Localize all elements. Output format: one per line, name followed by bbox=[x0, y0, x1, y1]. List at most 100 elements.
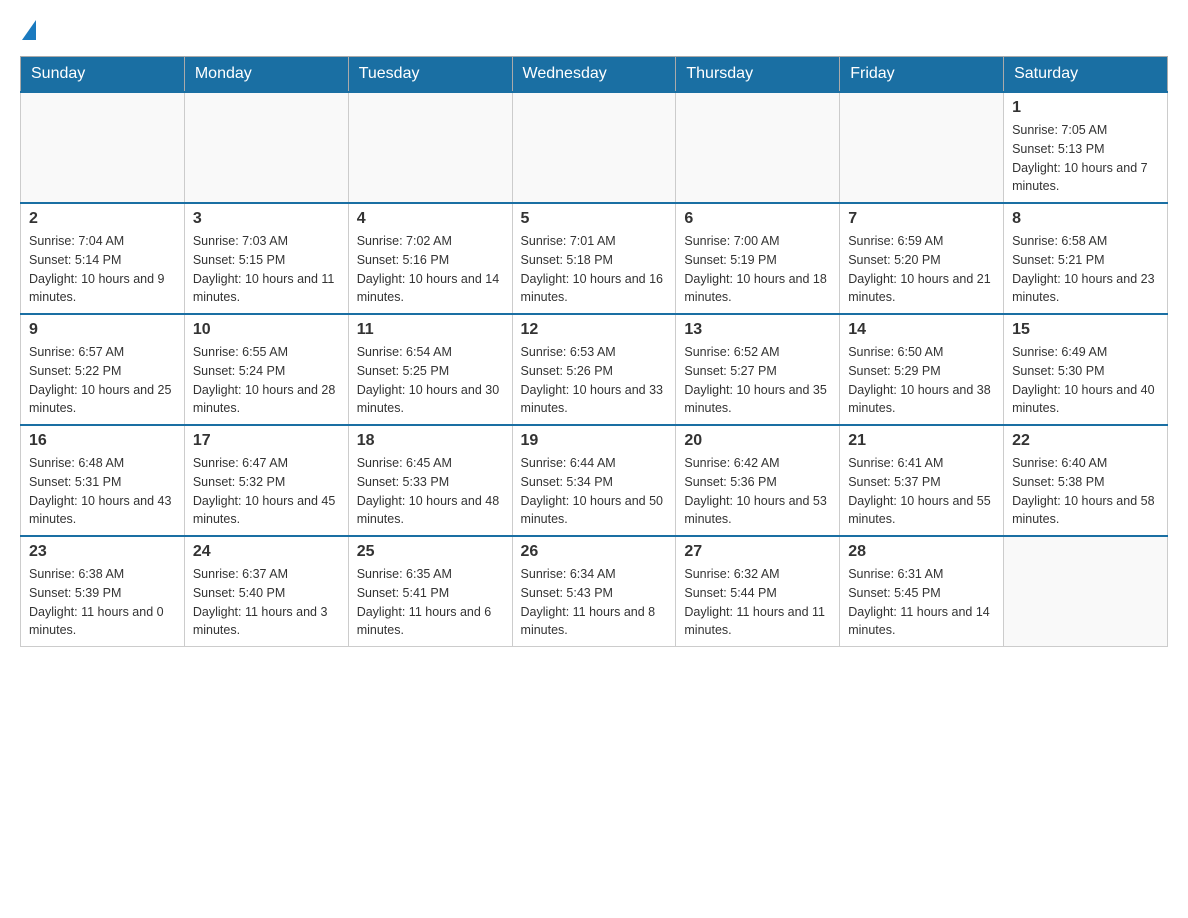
calendar-cell: 1Sunrise: 7:05 AMSunset: 5:13 PMDaylight… bbox=[1004, 92, 1168, 203]
calendar-cell bbox=[676, 92, 840, 203]
day-number: 7 bbox=[848, 210, 995, 228]
day-info: Sunrise: 6:31 AMSunset: 5:45 PMDaylight:… bbox=[848, 565, 995, 640]
calendar-cell: 22 Sunrise: 6:40 AMSunset: 5:38 PMDayligh… bbox=[1004, 425, 1168, 536]
calendar-cell: 26 Sunrise: 6:34 AMSunset: 5:43 PMDayligh… bbox=[512, 536, 676, 647]
calendar-cell: 16 Sunrise: 6:48 AMSunset: 5:31 PMDayligh… bbox=[21, 425, 185, 536]
calendar-cell: 24 Sunrise: 6:37 AMSunset: 5:40 PMDayligh… bbox=[184, 536, 348, 647]
calendar-cell: 11Sunrise: 6:54 AMSunset: 5:25 PMDayligh… bbox=[348, 314, 512, 425]
calendar-cell: 2 Sunrise: 7:04 AMSunset: 5:14 PMDaylight… bbox=[21, 203, 185, 314]
day-info: Sunrise: 7:02 AMSunset: 5:16 PMDaylight:… bbox=[357, 232, 504, 307]
calendar-cell: 17Sunrise: 6:47 AMSunset: 5:32 PMDayligh… bbox=[184, 425, 348, 536]
day-info: Sunrise: 6:48 AMSunset: 5:31 PMDaylight:… bbox=[29, 454, 176, 529]
day-number: 26 bbox=[521, 543, 668, 561]
day-number: 18 bbox=[357, 432, 504, 450]
day-info: Sunrise: 6:40 AMSunset: 5:38 PMDaylight:… bbox=[1012, 454, 1159, 529]
calendar-cell bbox=[512, 92, 676, 203]
day-number: 14 bbox=[848, 321, 995, 339]
weekday-header-wednesday: Wednesday bbox=[512, 57, 676, 93]
day-info: Sunrise: 6:58 AMSunset: 5:21 PMDaylight:… bbox=[1012, 232, 1159, 307]
day-info: Sunrise: 7:03 AMSunset: 5:15 PMDaylight:… bbox=[193, 232, 340, 307]
day-number: 11 bbox=[357, 321, 504, 339]
day-number: 10 bbox=[193, 321, 340, 339]
day-info: Sunrise: 6:32 AMSunset: 5:44 PMDaylight:… bbox=[684, 565, 831, 640]
week-row-4: 16 Sunrise: 6:48 AMSunset: 5:31 PMDayligh… bbox=[21, 425, 1168, 536]
day-number: 24 bbox=[193, 543, 340, 561]
page-header bbox=[20, 20, 1168, 40]
day-info: Sunrise: 6:34 AMSunset: 5:43 PMDaylight:… bbox=[521, 565, 668, 640]
day-number: 6 bbox=[684, 210, 831, 228]
weekday-header-monday: Monday bbox=[184, 57, 348, 93]
week-row-5: 23 Sunrise: 6:38 AMSunset: 5:39 PMDayligh… bbox=[21, 536, 1168, 647]
calendar-header-row: SundayMondayTuesdayWednesdayThursdayFrid… bbox=[21, 57, 1168, 93]
day-number: 8 bbox=[1012, 210, 1159, 228]
day-number: 20 bbox=[684, 432, 831, 450]
day-info: Sunrise: 6:59 AMSunset: 5:20 PMDaylight:… bbox=[848, 232, 995, 307]
day-info: Sunrise: 6:38 AMSunset: 5:39 PMDaylight:… bbox=[29, 565, 176, 640]
calendar-cell: 10 Sunrise: 6:55 AMSunset: 5:24 PMDayligh… bbox=[184, 314, 348, 425]
day-info: Sunrise: 6:42 AMSunset: 5:36 PMDaylight:… bbox=[684, 454, 831, 529]
calendar-cell: 13 Sunrise: 6:52 AMSunset: 5:27 PMDayligh… bbox=[676, 314, 840, 425]
day-info: Sunrise: 6:57 AMSunset: 5:22 PMDaylight:… bbox=[29, 343, 176, 418]
day-number: 5 bbox=[521, 210, 668, 228]
day-info: Sunrise: 6:47 AMSunset: 5:32 PMDaylight:… bbox=[193, 454, 340, 529]
day-info: Sunrise: 7:01 AMSunset: 5:18 PMDaylight:… bbox=[521, 232, 668, 307]
calendar-cell bbox=[184, 92, 348, 203]
calendar-cell: 21 Sunrise: 6:41 AMSunset: 5:37 PMDayligh… bbox=[840, 425, 1004, 536]
logo-triangle-icon bbox=[22, 20, 36, 40]
calendar-cell: 28 Sunrise: 6:31 AMSunset: 5:45 PMDayligh… bbox=[840, 536, 1004, 647]
day-info: Sunrise: 6:55 AMSunset: 5:24 PMDaylight:… bbox=[193, 343, 340, 418]
day-number: 25 bbox=[357, 543, 504, 561]
day-info: Sunrise: 6:53 AMSunset: 5:26 PMDaylight:… bbox=[521, 343, 668, 418]
logo bbox=[20, 20, 38, 40]
day-number: 22 bbox=[1012, 432, 1159, 450]
day-number: 13 bbox=[684, 321, 831, 339]
day-number: 28 bbox=[848, 543, 995, 561]
week-row-3: 9 Sunrise: 6:57 AMSunset: 5:22 PMDaylight… bbox=[21, 314, 1168, 425]
calendar-cell: 15 Sunrise: 6:49 AMSunset: 5:30 PMDayligh… bbox=[1004, 314, 1168, 425]
day-info: Sunrise: 7:04 AMSunset: 5:14 PMDaylight:… bbox=[29, 232, 176, 307]
calendar-cell: 8 Sunrise: 6:58 AMSunset: 5:21 PMDaylight… bbox=[1004, 203, 1168, 314]
calendar-cell bbox=[348, 92, 512, 203]
day-number: 23 bbox=[29, 543, 176, 561]
calendar-cell: 7 Sunrise: 6:59 AMSunset: 5:20 PMDaylight… bbox=[840, 203, 1004, 314]
calendar-cell: 27 Sunrise: 6:32 AMSunset: 5:44 PMDayligh… bbox=[676, 536, 840, 647]
day-info: Sunrise: 6:49 AMSunset: 5:30 PMDaylight:… bbox=[1012, 343, 1159, 418]
day-number: 3 bbox=[193, 210, 340, 228]
day-number: 15 bbox=[1012, 321, 1159, 339]
calendar-cell: 23 Sunrise: 6:38 AMSunset: 5:39 PMDayligh… bbox=[21, 536, 185, 647]
weekday-header-tuesday: Tuesday bbox=[348, 57, 512, 93]
calendar-cell bbox=[840, 92, 1004, 203]
calendar-cell: 25 Sunrise: 6:35 AMSunset: 5:41 PMDayligh… bbox=[348, 536, 512, 647]
day-info: Sunrise: 7:00 AMSunset: 5:19 PMDaylight:… bbox=[684, 232, 831, 307]
day-number: 19 bbox=[521, 432, 668, 450]
calendar-cell: 14 Sunrise: 6:50 AMSunset: 5:29 PMDayligh… bbox=[840, 314, 1004, 425]
calendar-cell: 4 Sunrise: 7:02 AMSunset: 5:16 PMDaylight… bbox=[348, 203, 512, 314]
calendar-cell: 5 Sunrise: 7:01 AMSunset: 5:18 PMDaylight… bbox=[512, 203, 676, 314]
day-number: 1 bbox=[1012, 99, 1159, 117]
day-info: Sunrise: 6:50 AMSunset: 5:29 PMDaylight:… bbox=[848, 343, 995, 418]
week-row-2: 2 Sunrise: 7:04 AMSunset: 5:14 PMDaylight… bbox=[21, 203, 1168, 314]
day-info: Sunrise: 6:37 AMSunset: 5:40 PMDaylight:… bbox=[193, 565, 340, 640]
calendar-cell bbox=[1004, 536, 1168, 647]
weekday-header-saturday: Saturday bbox=[1004, 57, 1168, 93]
weekday-header-sunday: Sunday bbox=[21, 57, 185, 93]
calendar-cell bbox=[21, 92, 185, 203]
calendar-cell: 12Sunrise: 6:53 AMSunset: 5:26 PMDayligh… bbox=[512, 314, 676, 425]
day-info: Sunrise: 6:52 AMSunset: 5:27 PMDaylight:… bbox=[684, 343, 831, 418]
calendar-table: SundayMondayTuesdayWednesdayThursdayFrid… bbox=[20, 56, 1168, 647]
day-number: 9 bbox=[29, 321, 176, 339]
calendar-cell: 9 Sunrise: 6:57 AMSunset: 5:22 PMDaylight… bbox=[21, 314, 185, 425]
day-number: 2 bbox=[29, 210, 176, 228]
calendar-cell: 18 Sunrise: 6:45 AMSunset: 5:33 PMDayligh… bbox=[348, 425, 512, 536]
calendar-cell: 19Sunrise: 6:44 AMSunset: 5:34 PMDayligh… bbox=[512, 425, 676, 536]
day-number: 16 bbox=[29, 432, 176, 450]
day-info: Sunrise: 6:41 AMSunset: 5:37 PMDaylight:… bbox=[848, 454, 995, 529]
calendar-cell: 3 Sunrise: 7:03 AMSunset: 5:15 PMDaylight… bbox=[184, 203, 348, 314]
day-number: 4 bbox=[357, 210, 504, 228]
day-info: Sunrise: 6:35 AMSunset: 5:41 PMDaylight:… bbox=[357, 565, 504, 640]
day-number: 21 bbox=[848, 432, 995, 450]
calendar-cell: 6 Sunrise: 7:00 AMSunset: 5:19 PMDaylight… bbox=[676, 203, 840, 314]
day-number: 27 bbox=[684, 543, 831, 561]
calendar-cell: 20 Sunrise: 6:42 AMSunset: 5:36 PMDayligh… bbox=[676, 425, 840, 536]
day-info: Sunrise: 6:45 AMSunset: 5:33 PMDaylight:… bbox=[357, 454, 504, 529]
